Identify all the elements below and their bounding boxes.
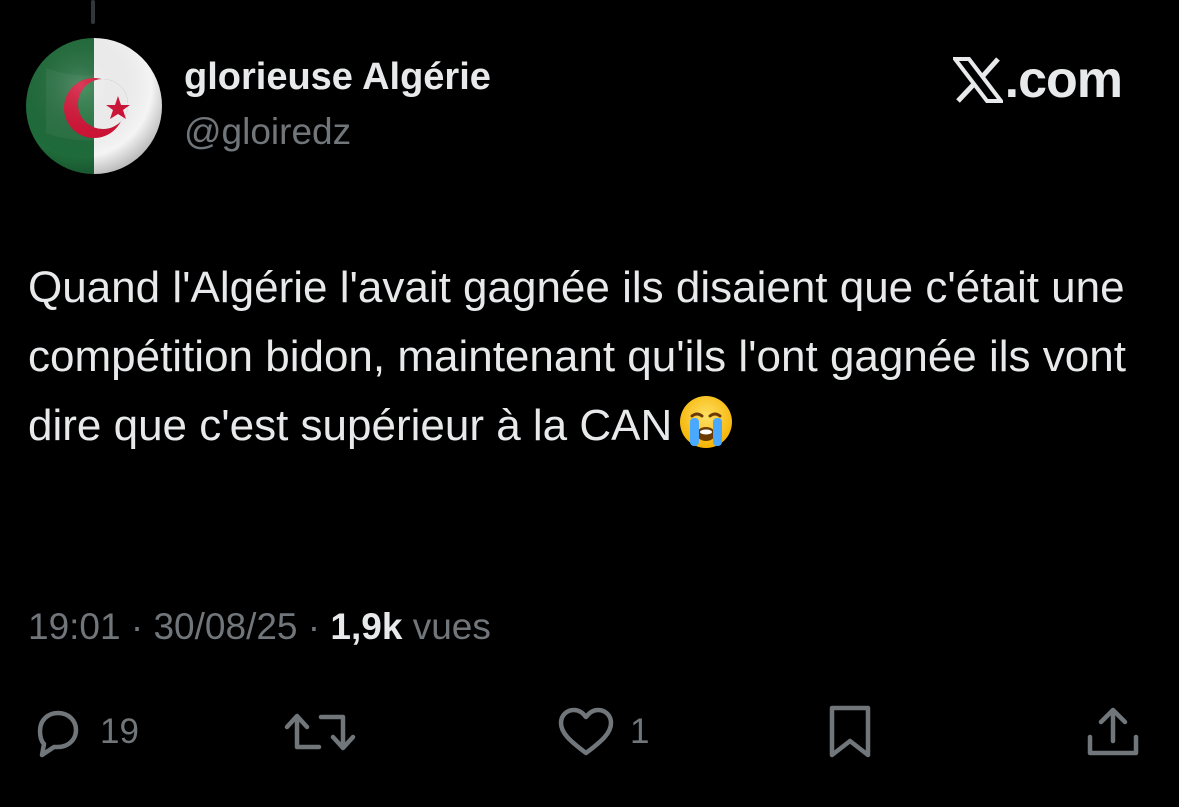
reply-icon [37, 710, 79, 758]
loudly-crying-face-icon [678, 394, 734, 470]
brand-domain-text: .com [1004, 51, 1123, 109]
x-logo-icon [952, 57, 1003, 103]
like-button[interactable]: 1 [556, 700, 649, 764]
meta-separator: · [120, 606, 154, 647]
post-text: Quand l'Algérie l'avait gagnée ils disai… [28, 263, 1126, 450]
post-body: Quand l'Algérie l'avait gagnée ils disai… [28, 253, 1138, 470]
avatar[interactable] [26, 38, 162, 174]
repost-icon [284, 713, 356, 751]
reply-count: 19 [100, 712, 139, 751]
display-name[interactable]: glorieuse Algérie [184, 56, 491, 99]
action-bar: 19 1 [0, 700, 1179, 764]
repost-button[interactable] [283, 700, 357, 764]
views-label: vues [412, 606, 491, 647]
post-time[interactable]: 19:01 [28, 606, 121, 647]
share-button[interactable] [1084, 700, 1142, 764]
share-icon [1087, 707, 1139, 756]
post-meta: 19:01 · 30/08/25 · 1,9k vues [28, 606, 491, 648]
x-brand: .com [952, 51, 1123, 109]
like-count: 1 [630, 712, 650, 751]
post-date[interactable]: 30/08/25 [153, 606, 297, 647]
algeria-flag-icon [26, 38, 162, 174]
heart-icon [558, 707, 614, 756]
bookmark-icon [829, 705, 871, 758]
views-count[interactable]: 1,9k [330, 606, 402, 647]
user-handle[interactable]: @gloiredz [184, 111, 351, 153]
thread-connector-line [91, 0, 95, 24]
reply-button[interactable]: 19 [28, 700, 139, 764]
bookmark-button[interactable] [826, 700, 874, 764]
meta-separator: · [297, 606, 331, 647]
